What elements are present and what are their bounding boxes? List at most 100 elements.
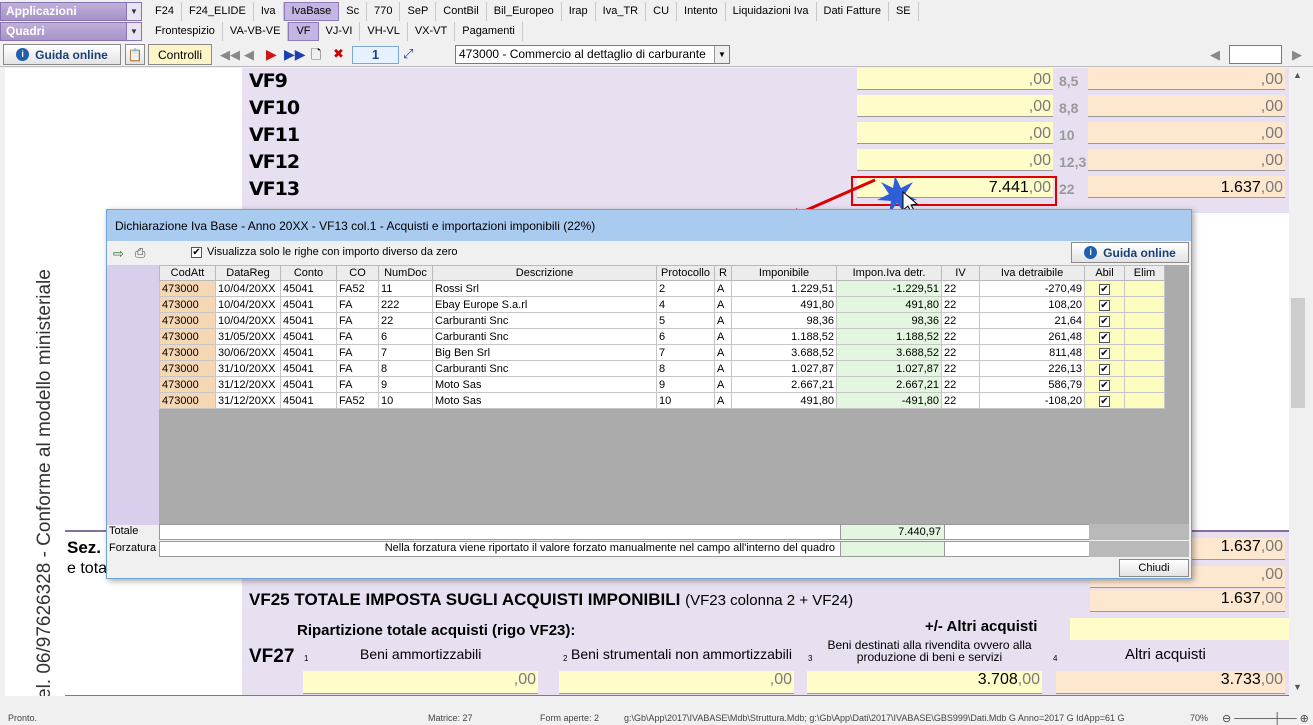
table-row[interactable]: 473000 10/04/20XX 45041 FA 222 Ebay Europe S.… xyxy=(159,296,1165,313)
first-page-icon[interactable]: ◀◀ xyxy=(220,47,240,63)
horizontal-scrollbar[interactable] xyxy=(5,696,1289,711)
abil-cell[interactable]: ✔ xyxy=(1084,392,1125,409)
tab-quadro-3[interactable]: VJ-VI xyxy=(319,21,361,41)
table-cell[interactable]: 2.667,21 xyxy=(836,376,942,393)
table-cell[interactable]: 491,80 xyxy=(731,392,837,409)
table-cell[interactable]: 473000 xyxy=(159,328,216,345)
elim-cell[interactable] xyxy=(1124,312,1165,329)
filter-checkbox[interactable]: ✔ xyxy=(191,246,202,258)
table-cell[interactable]: 10 xyxy=(656,392,715,409)
new-page-icon[interactable]: 🗋 xyxy=(311,46,321,68)
table-cell[interactable]: 45041 xyxy=(280,312,337,329)
table-row[interactable]: 473000 31/10/20XX 45041 FA 8 Carburanti Snc 8 A… xyxy=(159,360,1165,377)
vf27-col2-field[interactable]: ,00 xyxy=(559,671,794,694)
table-cell[interactable]: 108,20 xyxy=(979,296,1085,313)
table-cell[interactable]: 22 xyxy=(378,312,433,329)
table-cell[interactable]: 1.188,52 xyxy=(731,328,837,345)
tab-app-4[interactable]: Sc xyxy=(339,1,368,21)
table-cell[interactable]: 1.027,87 xyxy=(836,360,942,377)
table-cell[interactable]: 11 xyxy=(378,280,433,297)
table-cell[interactable]: A xyxy=(714,360,732,377)
abil-checkbox[interactable]: ✔ xyxy=(1099,363,1110,375)
scroll-left-icon[interactable]: ◀ xyxy=(1210,47,1220,63)
vf27-col1-field[interactable]: ,00 xyxy=(303,671,538,694)
tab-app-0[interactable]: F24 xyxy=(148,1,182,21)
row-col2-field[interactable]: ,00 xyxy=(1088,68,1285,90)
table-cell[interactable]: 30/06/20XX xyxy=(215,344,281,361)
tab-app-3[interactable]: IvaBase xyxy=(283,1,340,21)
applicazioni-dropdown[interactable]: Applicazioni ▼ xyxy=(0,1,142,21)
table-cell[interactable]: 473000 xyxy=(159,344,216,361)
elim-cell[interactable] xyxy=(1124,296,1165,313)
export-icon[interactable]: ⇨ xyxy=(113,246,124,262)
table-cell[interactable]: 21,64 xyxy=(979,312,1085,329)
chevron-down-icon[interactable]: ▼ xyxy=(126,22,141,40)
table-cell[interactable]: FA xyxy=(336,328,379,345)
table-cell[interactable]: 22 xyxy=(941,312,980,329)
table-cell[interactable]: 3.688,52 xyxy=(731,344,837,361)
table-cell[interactable]: 98,36 xyxy=(731,312,837,329)
tab-app-2[interactable]: Iva xyxy=(254,1,284,21)
table-cell[interactable]: FA xyxy=(336,376,379,393)
table-cell[interactable]: 6 xyxy=(378,328,433,345)
table-cell[interactable]: 45041 xyxy=(280,360,337,377)
table-cell[interactable]: 45041 xyxy=(280,344,337,361)
table-row[interactable]: 473000 10/04/20XX 45041 FA52 11 Rossi Srl 2 A 1.… xyxy=(159,280,1165,297)
table-cell[interactable]: 473000 xyxy=(159,296,216,313)
table-cell[interactable]: A xyxy=(714,376,732,393)
column-header[interactable]: Protocollo xyxy=(656,265,715,281)
column-header[interactable]: NumDoc xyxy=(378,265,433,281)
row-col2-field[interactable]: 1.637,00 xyxy=(1088,176,1285,198)
row-col1-field[interactable]: ,00 xyxy=(857,68,1053,90)
tab-app-9[interactable]: Irap xyxy=(562,1,596,21)
table-cell[interactable]: 8 xyxy=(378,360,433,377)
table-cell[interactable]: 2.667,21 xyxy=(731,376,837,393)
tab-app-1[interactable]: F24_ELIDE xyxy=(182,1,254,21)
tab-quadro-4[interactable]: VH-VL xyxy=(360,21,408,41)
table-cell[interactable]: 98,36 xyxy=(836,312,942,329)
table-cell[interactable]: 1.027,87 xyxy=(731,360,837,377)
tab-app-8[interactable]: Bil_Europeo xyxy=(487,1,562,21)
filter-checkbox-row[interactable]: ✔ Visualizza solo le righe con importo d… xyxy=(191,246,457,258)
column-header[interactable]: R xyxy=(714,265,732,281)
elim-cell[interactable] xyxy=(1124,344,1165,361)
table-cell[interactable]: 31/05/20XX xyxy=(215,328,281,345)
table-cell[interactable]: 3.688,52 xyxy=(836,344,942,361)
table-cell[interactable]: Carburanti Snc xyxy=(432,360,657,377)
scroll-up-icon[interactable]: ▲ xyxy=(1293,70,1302,80)
tab-quadro-6[interactable]: Pagamenti xyxy=(455,21,523,41)
chevron-down-icon[interactable]: ▼ xyxy=(126,2,141,20)
table-cell[interactable]: FA52 xyxy=(336,392,379,409)
vertical-scrollbar[interactable]: ▲ ▼ xyxy=(1289,68,1307,696)
column-header[interactable]: DataReg xyxy=(215,265,281,281)
row-col2-field[interactable]: ,00 xyxy=(1088,149,1285,171)
tab-app-14[interactable]: Dati Fatture xyxy=(817,1,889,21)
table-cell[interactable]: 31/10/20XX xyxy=(215,360,281,377)
table-cell[interactable]: Moto Sas xyxy=(432,376,657,393)
table-cell[interactable]: 811,48 xyxy=(979,344,1085,361)
next-page-icon[interactable]: ▶ xyxy=(266,46,277,63)
tab-app-15[interactable]: SE xyxy=(889,1,919,21)
table-cell[interactable]: 491,80 xyxy=(731,296,837,313)
table-cell[interactable]: 1.188,52 xyxy=(836,328,942,345)
prev-page-icon[interactable]: ◀ xyxy=(244,47,254,63)
table-cell[interactable]: 7 xyxy=(378,344,433,361)
vf25-field[interactable]: 1.637,00 xyxy=(1090,590,1285,612)
table-row[interactable]: 473000 31/12/20XX 45041 FA 9 Moto Sas 9 A 2.667,… xyxy=(159,376,1165,393)
table-cell[interactable]: -270,49 xyxy=(979,280,1085,297)
vf27-col4-field[interactable]: 3.733,00 xyxy=(1056,671,1285,694)
table-cell[interactable]: Carburanti Snc xyxy=(432,312,657,329)
table-cell[interactable]: -108,20 xyxy=(979,392,1085,409)
tab-quadro-2[interactable]: VF xyxy=(288,21,319,41)
table-cell[interactable]: 473000 xyxy=(159,392,216,409)
table-cell[interactable]: 491,80 xyxy=(836,296,942,313)
search-field[interactable] xyxy=(1229,45,1282,64)
elim-cell[interactable] xyxy=(1124,328,1165,345)
abil-checkbox[interactable]: ✔ xyxy=(1099,331,1110,343)
table-cell[interactable]: 473000 xyxy=(159,280,216,297)
table-row[interactable]: 473000 31/05/20XX 45041 FA 6 Carburanti Snc 6 A… xyxy=(159,328,1165,345)
table-cell[interactable]: Carburanti Snc xyxy=(432,328,657,345)
table-cell[interactable]: FA xyxy=(336,312,379,329)
table-cell[interactable]: 2 xyxy=(656,280,715,297)
controlli-button[interactable]: Controlli xyxy=(148,44,212,65)
